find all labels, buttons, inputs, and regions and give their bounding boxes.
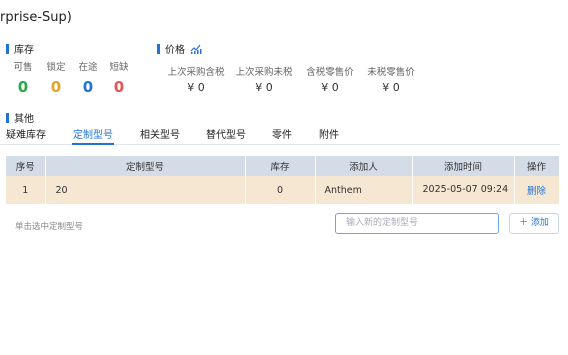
delete-link[interactable]: 删除 (527, 186, 546, 197)
other-section-title: 其他 (6, 110, 34, 125)
tab-alternative-model[interactable]: 替代型号 (206, 126, 246, 141)
col-header-added-time[interactable]: 添加时间 (412, 156, 515, 176)
tab-parts[interactable]: 零件 (272, 126, 292, 141)
price-value-retail-notax: ¥ 0 (382, 81, 400, 94)
price-label-retail-tax: 含税零售价 (306, 67, 354, 78)
stock-value-sellable: 0 (17, 78, 29, 96)
stock-label-transit: 在途 (78, 62, 98, 73)
add-button[interactable]: ＋ 添加 (509, 213, 559, 234)
price-label-last-purchase-notax: 上次采购未税 (235, 67, 293, 78)
table-header-row: 序号 定制型号 库存 添加人 添加时间 操作 (6, 156, 560, 176)
tab-custom-model[interactable]: 定制型号 (73, 126, 113, 141)
tab-related-model[interactable]: 相关型号 (140, 126, 180, 141)
stock-label-sellable: 可售 (13, 62, 33, 73)
cell-added-time: 2025-05-07 09:24 (412, 176, 515, 204)
price-section-title: 价格 (157, 41, 202, 56)
cell-custom-model: 20 (45, 176, 246, 204)
price-value-retail-tax: ¥ 0 (321, 81, 339, 94)
custom-model-table: 序号 定制型号 库存 添加人 添加时间 操作 1 20 0 Anthem 202… (6, 156, 560, 204)
price-label-retail-notax: 未税零售价 (367, 67, 415, 78)
cell-index: 1 (6, 176, 46, 204)
selection-hint: 单击选中定制型号 (15, 222, 84, 232)
price-value-last-purchase-tax: ¥ 0 (187, 81, 205, 94)
col-header-stock[interactable]: 库存 (245, 156, 316, 176)
price-label-last-purchase-tax: 上次采购含税 (167, 67, 225, 78)
active-tab-indicator (72, 143, 114, 145)
chart-icon[interactable] (190, 43, 202, 54)
stock-label-shortage: 短缺 (109, 62, 129, 73)
section-marker (157, 43, 160, 54)
cell-added-by: Anthem (315, 176, 413, 204)
stock-value-shortage: 0 (113, 78, 125, 96)
stock-value-transit: 0 (82, 78, 94, 96)
tab-accessories[interactable]: 附件 (319, 126, 339, 141)
section-marker (6, 112, 9, 123)
stock-value-locked: 0 (50, 78, 62, 96)
section-marker (6, 43, 9, 54)
new-custom-model-input[interactable]: 输入新的定制型号 (335, 213, 499, 234)
stock-label-locked: 锁定 (46, 62, 66, 73)
col-header-action: 操作 (514, 156, 560, 176)
tab-bar: 疑难库存 定制型号 相关型号 替代型号 零件 附件 (0, 126, 560, 145)
table-row[interactable]: 1 20 0 Anthem 2025-05-07 09:24 删除 (6, 176, 560, 204)
col-header-custom-model[interactable]: 定制型号 (45, 156, 246, 176)
col-header-index[interactable]: 序号 (6, 156, 46, 176)
tab-difficult-stock[interactable]: 疑难库存 (6, 126, 46, 141)
window-title: rprise-Sup) (0, 10, 72, 25)
col-header-added-by[interactable]: 添加人 (315, 156, 413, 176)
stock-section-title: 库存 (6, 41, 34, 56)
cell-stock: 0 (245, 176, 316, 204)
price-value-last-purchase-notax: ¥ 0 (255, 81, 273, 94)
